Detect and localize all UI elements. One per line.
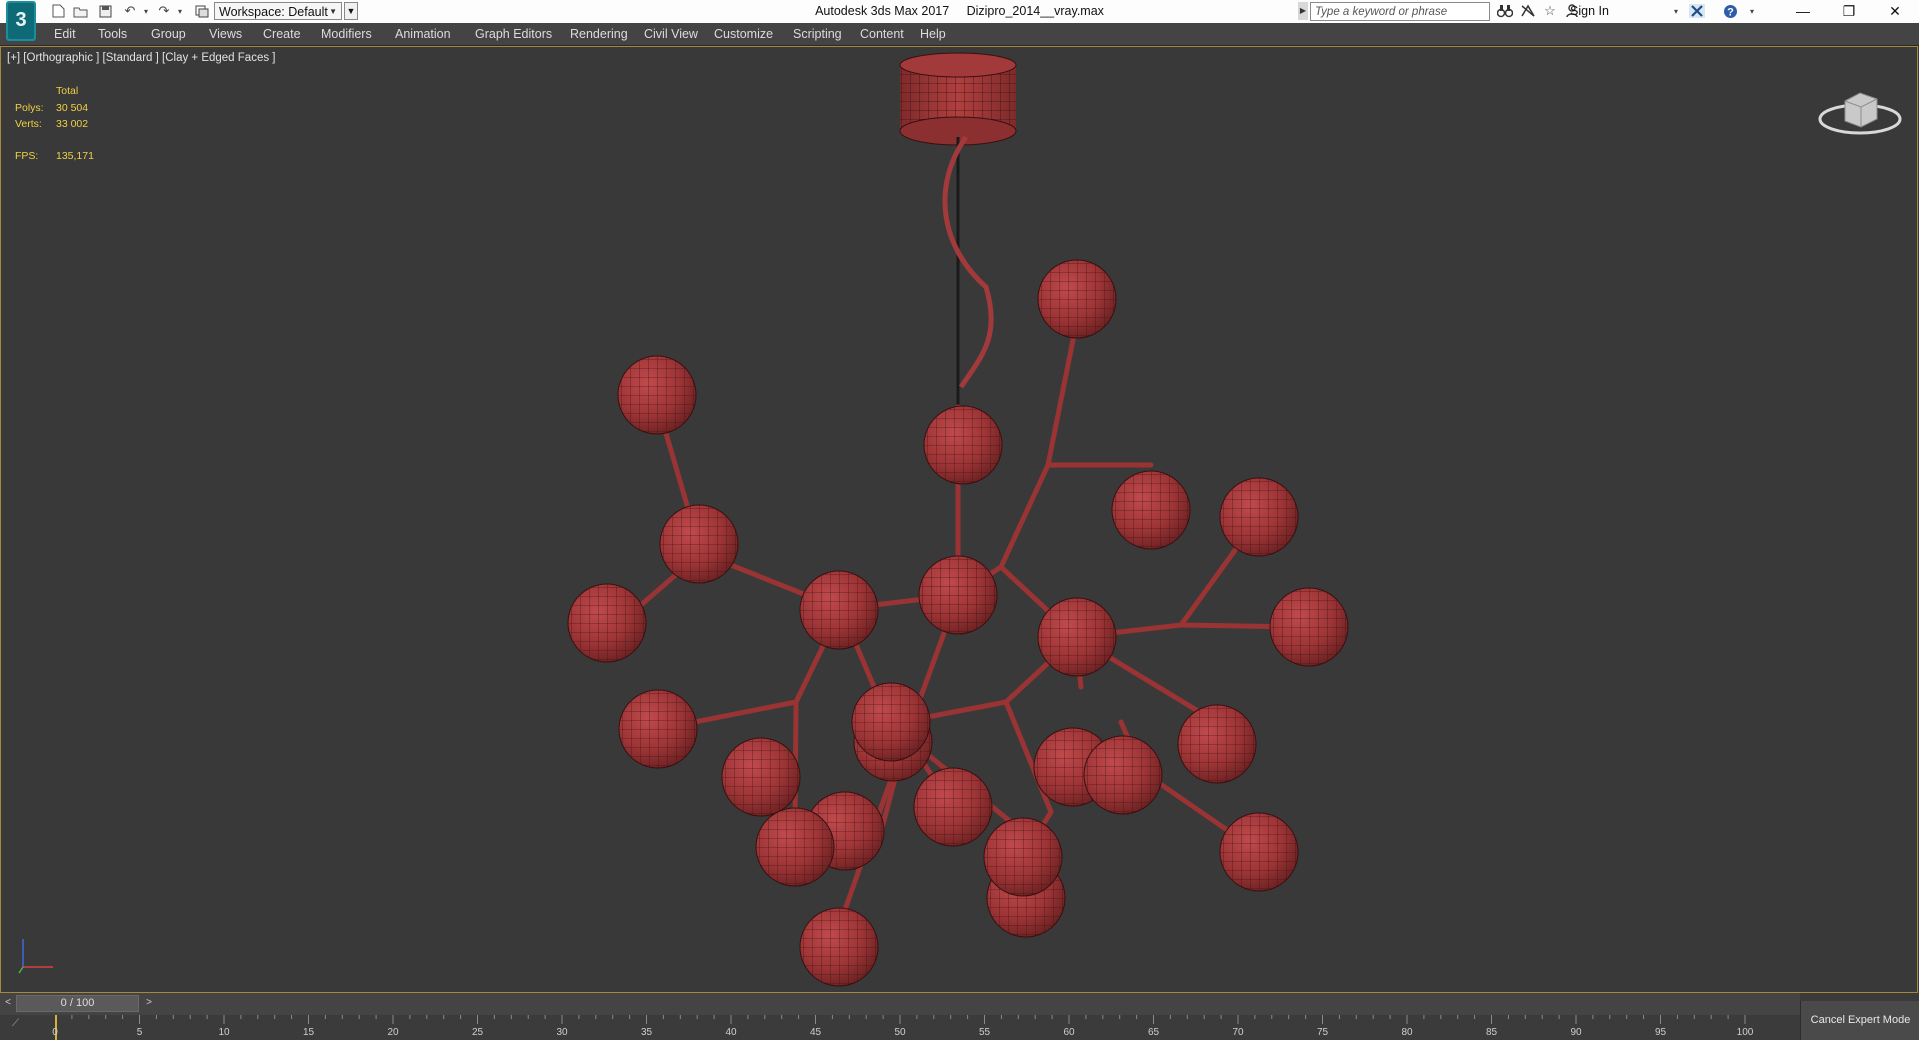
- search-expand-toggle[interactable]: ▶: [1298, 2, 1308, 20]
- power-cable: [942, 135, 994, 389]
- stats-verts-label: Verts:: [15, 118, 42, 130]
- favorites-star-icon[interactable]: ☆: [1542, 3, 1558, 19]
- workspace-menu-button[interactable]: ▼: [344, 2, 358, 20]
- menu-civil-view[interactable]: Civil View: [644, 27, 698, 41]
- chevron-down-icon: ▼: [329, 7, 337, 16]
- menu-content[interactable]: Content: [860, 27, 904, 41]
- frame-tick-label: 75: [1316, 1027, 1329, 1038]
- menu-graph-editors[interactable]: Graph Editors: [475, 27, 552, 41]
- chandelier-model[interactable]: [1, 47, 1917, 992]
- workspace-dropdown[interactable]: Workspace: Default ▼: [214, 2, 342, 20]
- axis-tripod-icon: [18, 939, 53, 974]
- frame-tick-label: 5: [136, 1027, 143, 1038]
- frame-tick-label: 90: [1570, 1027, 1582, 1038]
- menu-rendering[interactable]: Rendering: [570, 27, 628, 41]
- menu-edit[interactable]: Edit: [54, 27, 76, 41]
- stats-fps-label: FPS:: [15, 150, 39, 162]
- new-file-icon[interactable]: [50, 3, 66, 19]
- autodesk-exchange-icon[interactable]: [1689, 3, 1705, 19]
- app-name: Autodesk 3ds Max 2017: [815, 4, 950, 18]
- menu-create[interactable]: Create: [263, 27, 301, 41]
- app-logo-icon[interactable]: 3: [6, 1, 36, 41]
- frame-tick-label: 25: [471, 1027, 484, 1038]
- frame-tick-label: 45: [809, 1027, 822, 1038]
- time-slider[interactable]: < 0 / 100 >: [0, 993, 1800, 1015]
- frame-tick-label: 15: [302, 1027, 315, 1038]
- frame-tick-label: 50: [894, 1027, 906, 1038]
- stats-polys-label: Polys:: [15, 102, 44, 114]
- help-dropdown-icon[interactable]: ▾: [1744, 3, 1760, 19]
- cancel-expert-mode-button[interactable]: Cancel Expert Mode: [1800, 1001, 1919, 1040]
- frame-tick-label: 70: [1232, 1027, 1244, 1038]
- menu-modifiers[interactable]: Modifiers: [321, 27, 372, 41]
- menu-customize[interactable]: Customize: [714, 27, 773, 41]
- frame-tick-label: 30: [556, 1027, 568, 1038]
- subscription-center-icon[interactable]: [1520, 3, 1536, 19]
- sign-in-link[interactable]: Sign In: [1570, 4, 1609, 18]
- time-slider-thumb[interactable]: 0 / 100: [16, 995, 139, 1012]
- help-icon[interactable]: ?: [1722, 3, 1738, 19]
- menu-views[interactable]: Views: [209, 27, 242, 41]
- file-name: Dizipro_2014__vray.max: [966, 4, 1104, 18]
- redo-icon[interactable]: ↷: [156, 3, 172, 19]
- frame-tick-label: 10: [218, 1027, 230, 1038]
- binoculars-icon[interactable]: [1497, 3, 1513, 19]
- frame-tick-label: 0: [52, 1027, 58, 1038]
- menu-animation[interactable]: Animation: [395, 27, 451, 41]
- restore-button[interactable]: ❐: [1826, 0, 1872, 23]
- stats-fps-value: 135,171: [56, 150, 94, 162]
- frame-tick-label: 20: [387, 1027, 399, 1038]
- search-input[interactable]: [1310, 2, 1490, 21]
- frame-tick-label: 100: [1736, 1027, 1754, 1038]
- frame-tick-label: 65: [1147, 1027, 1160, 1038]
- viewport-label[interactable]: [+] [Orthographic ] [Standard ] [Clay + …: [7, 52, 275, 64]
- menu-scripting[interactable]: Scripting: [793, 27, 842, 41]
- time-slider-prev-button[interactable]: <: [1, 995, 15, 1011]
- frame-tick-label: 60: [1063, 1027, 1075, 1038]
- ceiling-canopy: [899, 52, 1017, 146]
- frame-tick-label: 35: [640, 1027, 653, 1038]
- minimize-button[interactable]: —: [1780, 0, 1826, 23]
- menu-bar: Edit Tools Group Views Create Modifiers …: [0, 23, 1919, 46]
- menu-help[interactable]: Help: [920, 27, 946, 41]
- frame-tick-label: 55: [978, 1027, 991, 1038]
- viewport[interactable]: [+] [Orthographic ] [Standard ] [Clay + …: [0, 46, 1918, 993]
- viewcube-icon[interactable]: [1817, 79, 1903, 139]
- undo-icon[interactable]: ↶: [122, 3, 138, 19]
- stats-verts-value: 33 002: [56, 118, 89, 130]
- stats-polys-value: 30 504: [56, 102, 89, 114]
- workspace-label: Workspace: Default: [219, 5, 328, 19]
- save-icon[interactable]: [97, 3, 113, 19]
- svg-text:?: ?: [1727, 6, 1734, 18]
- curve-editor-icon[interactable]: ⟋: [12, 1018, 19, 1029]
- project-folder-icon[interactable]: [194, 3, 210, 19]
- frame-tick-label: 95: [1654, 1027, 1667, 1038]
- stats-total-header: Total: [56, 85, 79, 97]
- frame-tick-label: 85: [1485, 1027, 1498, 1038]
- redo-dropdown-icon[interactable]: ▾: [172, 3, 188, 19]
- svg-text:3: 3: [15, 9, 26, 31]
- frame-tick-label: 40: [725, 1027, 737, 1038]
- sign-in-dropdown-icon[interactable]: ▾: [1668, 3, 1684, 19]
- menu-group[interactable]: Group: [151, 27, 186, 41]
- frame-tick-label: 80: [1401, 1027, 1413, 1038]
- title-bar: 3 ↶ ▾ ↷ ▾ Workspace: Default ▼ ▼ Autodes…: [0, 0, 1919, 41]
- undo-dropdown-icon[interactable]: ▾: [138, 3, 154, 19]
- track-bar[interactable]: ⟋ 0 5 10 15 20 25 30 35 40 45 50 55 60 65 70 75 80 85 90 95…: [0, 1015, 1800, 1040]
- close-button[interactable]: ✕: [1872, 0, 1918, 23]
- menu-tools[interactable]: Tools: [98, 27, 127, 41]
- time-slider-next-button[interactable]: >: [142, 995, 156, 1011]
- open-file-icon[interactable]: [72, 3, 88, 19]
